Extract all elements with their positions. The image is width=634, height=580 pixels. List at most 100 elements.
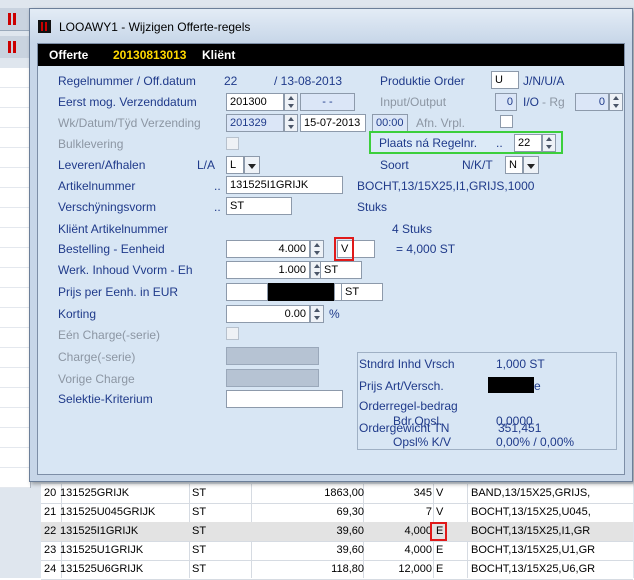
produktie-order-input[interactable]: U [491, 71, 519, 89]
row-number: 24 [44, 563, 57, 575]
row-number: 21 [44, 506, 57, 518]
background-row-gutter [0, 68, 31, 488]
bestelling-result: = 4,000 ST [396, 242, 456, 256]
afn-vrpl-checkbox[interactable] [500, 115, 513, 128]
stndrd-label: Stndrd Inhd Vrsch [359, 357, 455, 371]
stndrd-value: 1,000 ST [496, 357, 545, 371]
korting-spinner[interactable] [310, 305, 324, 323]
row-article: 131525U6GRIJK [60, 563, 144, 575]
prijs-art-suffix: e [534, 379, 541, 393]
offerte-header: Offerte 20130813013 Kliënt [38, 44, 624, 66]
row-price: 1863,00 [324, 487, 364, 499]
plaats-spinner[interactable] [542, 134, 556, 152]
chevron-down-icon[interactable] [244, 156, 260, 174]
week-spinner[interactable] [284, 114, 298, 132]
table-row[interactable]: 24 131525U6GRIJK ST 118,80 12,000 E BOCH… [41, 560, 633, 580]
klient-artikel-info: 4 Stuks [392, 222, 433, 236]
selektie-input[interactable] [226, 390, 343, 408]
klient-label: Kliënt [202, 48, 236, 62]
row-unit: ST [192, 563, 207, 575]
dialog-title: LOOAWY1 - Wijzigen Offerte-regels [59, 20, 251, 34]
afn-vrpl-label: Afn. Vrpl. [416, 116, 465, 130]
prijs-unit[interactable]: ST [341, 283, 383, 301]
verschijningsvorm-dots: .. [214, 200, 221, 214]
chevron-down-icon[interactable] [523, 156, 539, 174]
opsl-kv-label: Opsl% K/V [393, 435, 452, 449]
eerst-mog-label: Eerst mog. Verzenddatum [58, 95, 197, 109]
highlight-box [334, 237, 354, 261]
wk-datum-label: Wk/Datum/Tÿd Verzending [58, 116, 201, 130]
input-output-label: Input/Output [380, 95, 447, 109]
plaats-dots: .. [496, 136, 503, 150]
soort-options: N/K/T [462, 158, 493, 172]
prijs-input-left[interactable] [226, 283, 268, 301]
artikelnummer-input[interactable]: 131525I1GRIJK [226, 176, 343, 194]
week-value: 201329 [226, 114, 284, 132]
row-unit: ST [192, 487, 207, 499]
een-charge-checkbox[interactable] [226, 327, 239, 340]
table-row[interactable]: 20 131525GRIJK ST 1863,00 345 V BAND,13/… [41, 484, 633, 504]
soort-label: Soort [380, 158, 409, 172]
row-article: 131525U045GRIJK [60, 506, 156, 518]
row-price: 39,60 [336, 525, 364, 537]
table-row[interactable]: 21 131525U045GRIJK ST 69,30 7 V BOCHT,13… [41, 503, 633, 523]
klient-artikel-label: Kliënt Artikelnummer [58, 222, 169, 236]
unit-text: Stuks [357, 200, 388, 214]
werk-inhoud-label: Werk. Inhoud Vvorm - Eh [58, 263, 193, 277]
orderregel-label: Orderregel-bedrag [359, 399, 458, 413]
row-article: 131525U1GRIJK [60, 544, 144, 556]
bulklevering-checkbox[interactable] [226, 137, 239, 150]
soort-select[interactable]: N [505, 156, 523, 174]
row-number: 23 [44, 544, 57, 556]
offerte-date: / 13-08-2013 [274, 74, 343, 88]
vorige-charge-input [226, 369, 319, 387]
eerst-mog-input[interactable]: 201300 [226, 93, 284, 111]
io-label: I/O [523, 95, 540, 109]
offerte-label: Offerte [49, 48, 89, 62]
leveren-options: L/A [197, 158, 216, 172]
row-unit-code: V [436, 506, 444, 518]
row-number: 22 [44, 525, 57, 537]
row-article: 131525I1GRIJK [60, 525, 139, 537]
prijs-label: Prijs per Eenh. in EUR [58, 285, 179, 299]
plaats-input[interactable]: 22 [514, 134, 542, 152]
row-description: BOCHT,13/15X25,U1,GR [471, 544, 596, 556]
row-article: 131525GRIJK [60, 487, 130, 499]
een-charge-label: Eén Charge(-serie) [58, 328, 161, 342]
plaats-label: Plaats ná Regelnr. [379, 136, 478, 150]
eerst-mog-extra: - - [300, 93, 355, 111]
table-row-selected[interactable]: 22 131525I1GRIJK ST 39,60 4,000 E BOCHT,… [41, 522, 633, 542]
artikel-description: BOCHT,13/15X25,I1,GRIJS,1000 [357, 179, 535, 193]
table-row[interactable]: 23 131525U1GRIJK ST 39,60 4,000 E BOCHT,… [41, 541, 633, 561]
korting-input[interactable]: 0.00 [226, 305, 310, 323]
leveren-select[interactable]: L [226, 156, 244, 174]
bestelling-spinner[interactable] [310, 240, 324, 258]
row-description: BOCHT,13/15X25,U045, [471, 506, 591, 518]
artikelnummer-dots: .. [214, 179, 221, 193]
app-icon [8, 13, 11, 25]
row-quantity: 345 [413, 487, 432, 499]
vorige-charge-label: Vorige Charge [58, 372, 135, 386]
charge-label: Charge(-serie) [58, 350, 136, 364]
row-price: 39,60 [336, 544, 364, 556]
produktie-order-options: J/N/U/A [523, 74, 565, 88]
prijs-art-label: Prijs Art/Versch. [359, 379, 444, 393]
bdr-opsl-label: Bdr.Opsl. [393, 414, 443, 428]
plaats-highlight: Plaats ná Regelnr. .. 22 [369, 131, 563, 154]
offerte-number: 20130813013 [113, 48, 187, 62]
eerst-mog-spinner[interactable] [284, 93, 298, 111]
ship-time: 00:00 [372, 114, 408, 132]
werk-inhoud-input[interactable]: 1.000 [226, 261, 310, 279]
row-price: 69,30 [336, 506, 364, 518]
rg-spinner[interactable] [609, 93, 623, 111]
bestelling-input[interactable]: 4.000 [226, 240, 310, 258]
verschijningsvorm-input[interactable]: ST [226, 197, 292, 215]
app-icon [38, 20, 51, 33]
ship-date-input[interactable]: 15-07-2013 [300, 114, 366, 132]
verschijningsvorm-label: Verschÿningsvorm [58, 200, 157, 214]
dialog-titlebar[interactable]: LOOAWY1 - Wijzigen Offerte-regels [30, 9, 632, 43]
rg-label: - Rg [542, 95, 565, 109]
opsl-kv-value: 0,00% / 0,00% [496, 435, 575, 449]
row-unit: ST [192, 525, 207, 537]
werk-inhoud-unit[interactable]: ST [320, 261, 362, 279]
